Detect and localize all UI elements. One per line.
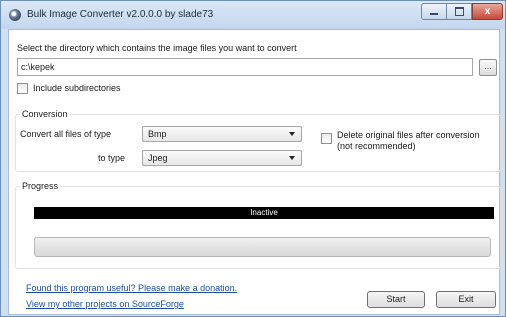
exit-button[interactable]: Exit bbox=[436, 291, 496, 308]
client-area: Select the directory which contains the … bbox=[8, 29, 501, 315]
source-type-dropdown[interactable]: Bmp bbox=[142, 126, 302, 142]
delete-originals-label-line2: (not recommended) bbox=[337, 141, 416, 151]
delete-originals-label[interactable]: Delete original files after conversion (… bbox=[337, 130, 480, 152]
browse-button[interactable]: ... bbox=[479, 59, 497, 76]
chevron-down-icon bbox=[289, 156, 295, 160]
target-type-value: Jpeg bbox=[148, 153, 168, 163]
progress-bar bbox=[34, 237, 491, 257]
title-bar[interactable]: Bulk Image Converter v2.0.0.0 by slade73… bbox=[1, 1, 505, 29]
maximize-icon bbox=[454, 7, 464, 16]
close-icon: x bbox=[484, 5, 491, 17]
target-type-label: to type bbox=[98, 153, 126, 163]
main-window: Bulk Image Converter v2.0.0.0 by slade73… bbox=[0, 0, 506, 317]
minimize-icon bbox=[430, 13, 438, 15]
include-subdirectories-checkbox[interactable] bbox=[17, 83, 28, 94]
delete-originals-checkbox[interactable] bbox=[321, 133, 332, 144]
source-type-value: Bmp bbox=[148, 129, 167, 139]
donation-link[interactable]: Found this program useful? Please make a… bbox=[26, 283, 237, 293]
target-type-dropdown[interactable]: Jpeg bbox=[142, 150, 302, 166]
start-button[interactable]: Start bbox=[367, 291, 425, 308]
window-title: Bulk Image Converter v2.0.0.0 by slade73 bbox=[27, 9, 214, 20]
delete-originals-label-line1: Delete original files after conversion bbox=[337, 130, 480, 140]
minimize-button[interactable] bbox=[421, 3, 447, 20]
sourceforge-link[interactable]: View my other projects on SourceForge bbox=[26, 299, 184, 309]
conversion-group-title: Conversion bbox=[20, 109, 70, 119]
progress-group-title: Progress bbox=[20, 181, 61, 191]
directory-input[interactable] bbox=[17, 58, 473, 76]
status-bar: Inactive bbox=[34, 207, 494, 219]
app-icon bbox=[9, 9, 21, 21]
close-button[interactable]: x bbox=[472, 3, 503, 20]
maximize-button[interactable] bbox=[447, 3, 472, 20]
chevron-down-icon bbox=[289, 132, 295, 136]
directory-label: Select the directory which contains the … bbox=[17, 43, 297, 53]
include-subdirectories-label[interactable]: Include subdirectories bbox=[33, 83, 121, 93]
source-type-label: Convert all files of type bbox=[20, 129, 112, 139]
